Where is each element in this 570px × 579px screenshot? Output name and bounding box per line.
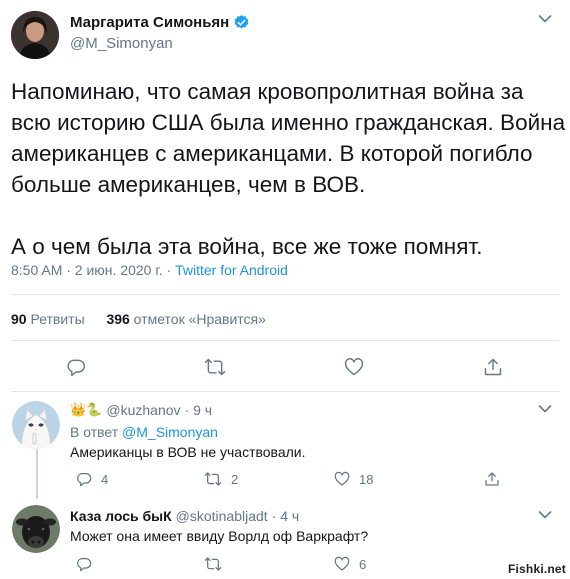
tweet-source-link[interactable]: Twitter for Android: [175, 262, 288, 278]
retweets-label: Ретвиты: [26, 311, 85, 327]
reply-to-line: В ответ @M_Simonyan: [70, 424, 218, 440]
tweet-timestamp[interactable]: 8:50 AM · 2 июн. 2020 г. ·: [11, 262, 175, 278]
reply-reply-button[interactable]: [76, 556, 92, 572]
reply-avatar[interactable]: [12, 505, 60, 553]
reply-text: Может она имеет ввиду Ворлд оф Варкрафт?: [70, 528, 369, 544]
reply-icon: [77, 558, 92, 572]
tweet-stats: 90 Ретвиты 396 отметок «Нравится»: [11, 311, 266, 327]
retweet-button[interactable]: [204, 357, 226, 377]
retweet-icon: [204, 358, 226, 376]
retweet-count: 2: [231, 471, 239, 487]
thread-connector-line: [36, 449, 38, 499]
tweet-text-line: американцев с американцами. В которой по…: [11, 141, 533, 166]
reply-author-emoji[interactable]: 👑🐍: [70, 402, 102, 418]
tweet-body: Напоминаю, что самая кровопролитная войн…: [11, 76, 566, 262]
reply-header: Каза лось быК @skotinabljadt · 4 ч: [70, 508, 299, 524]
tweet-meta: 8:50 AM · 2 июн. 2020 г. · Twitter for A…: [11, 262, 288, 278]
reply-header: 👑🐍 @kuzhanov · 9 ч: [70, 402, 212, 418]
reply-to-handle-link[interactable]: @M_Simonyan: [122, 424, 218, 440]
reply-author-name[interactable]: Каза лось быК: [70, 508, 172, 524]
reply-retweet-button[interactable]: 2: [204, 471, 238, 487]
reply-icon: [67, 359, 86, 377]
divider: [11, 294, 559, 295]
reply-author-handle[interactable]: @kuzhanov: [106, 402, 180, 418]
tweet-text-line: А о чем была эта война, все же тоже помн…: [11, 234, 483, 259]
chevron-down-icon[interactable]: [538, 404, 552, 414]
reply-age[interactable]: · 9 ч: [185, 402, 213, 418]
share-button[interactable]: [483, 357, 503, 377]
reply-author-handle[interactable]: @skotinabljadt: [176, 508, 268, 524]
verified-badge-icon: [234, 15, 249, 29]
retweet-icon: [204, 472, 222, 486]
chevron-down-icon[interactable]: [538, 510, 552, 520]
tweet-text-line: всю историю США была именно гражданская.…: [11, 110, 566, 135]
author-handle[interactable]: @M_Simonyan: [70, 35, 173, 52]
like-icon: [334, 471, 350, 486]
reply-like-button[interactable]: 18: [334, 471, 373, 487]
like-count: 18: [359, 471, 374, 487]
reply-like-button[interactable]: 6: [334, 556, 366, 572]
likes-count: 396: [106, 311, 130, 327]
like-button[interactable]: [344, 357, 364, 377]
divider: [11, 391, 559, 392]
like-icon: [334, 556, 350, 571]
reply-avatar[interactable]: [12, 401, 60, 449]
like-count: 6: [359, 556, 367, 572]
watermark: Fishki.net: [507, 562, 566, 576]
reply-button[interactable]: [66, 357, 86, 377]
reply-icon: [77, 473, 92, 487]
share-icon: [484, 358, 502, 376]
divider: [11, 340, 559, 341]
tweet-text-line: больше американцев, чем в ВОВ.: [11, 172, 366, 197]
tweet-text-line: Напоминаю, что самая кровопролитная войн…: [11, 79, 524, 104]
reply-share-button[interactable]: [484, 471, 500, 487]
reply-age[interactable]: · 4 ч: [272, 508, 300, 524]
reply-reply-button[interactable]: 4: [76, 471, 108, 487]
retweets-count: 90: [11, 311, 27, 327]
retweet-icon: [204, 557, 222, 571]
reply-count: 4: [101, 471, 109, 487]
likes-label: отметок «Нравится»: [129, 311, 266, 327]
author-name-text[interactable]: Маргарита Симоньян: [70, 14, 229, 31]
author-avatar[interactable]: [11, 11, 59, 59]
like-icon: [344, 358, 364, 376]
chevron-down-icon[interactable]: [538, 14, 552, 24]
reply-text: Американцы в ВОВ не участвовали.: [70, 444, 306, 460]
likes-stat[interactable]: 396 отметок «Нравится»: [106, 311, 266, 327]
share-icon: [485, 472, 499, 486]
reply-retweet-button[interactable]: [204, 556, 222, 572]
reply-to-label: В ответ: [70, 424, 123, 440]
retweets-stat[interactable]: 90 Ретвиты: [11, 311, 85, 327]
author-name[interactable]: Маргарита Симоньян: [70, 14, 250, 31]
